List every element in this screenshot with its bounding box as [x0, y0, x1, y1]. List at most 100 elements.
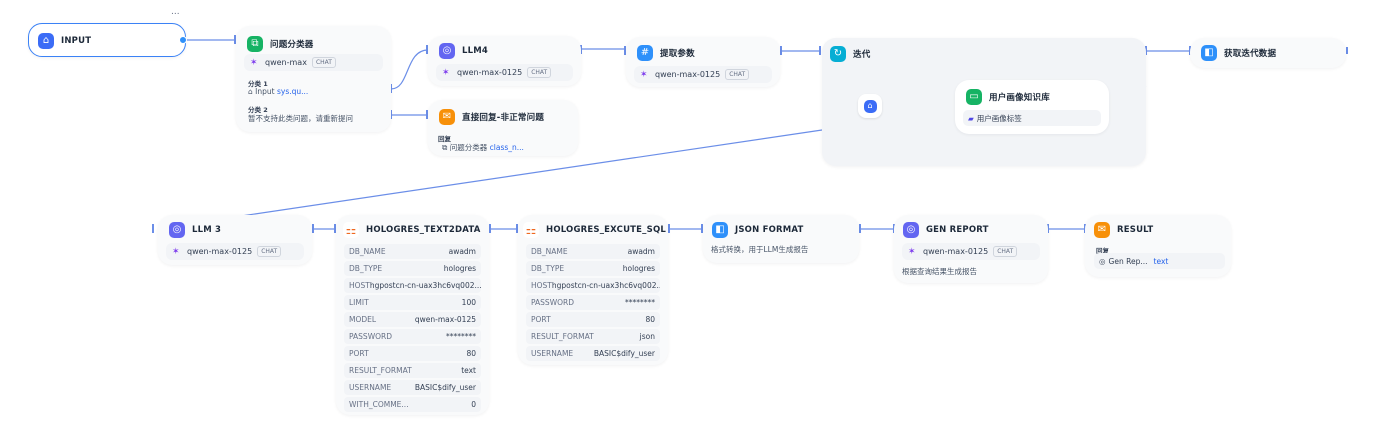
param-key: LIMIT	[349, 298, 369, 307]
model-selector[interactable]: ✶ qwen-max CHAT	[244, 54, 383, 71]
param-row: PASSWORD ********	[526, 295, 660, 310]
class-1-var: sys.qu...	[276, 87, 309, 96]
param-row: RESULT_FORMAT json	[526, 329, 660, 344]
param-value: 80	[466, 349, 476, 358]
param-key: WITH_COMME...	[349, 400, 409, 409]
param-value: awadm	[627, 247, 655, 256]
hash-icon: #	[637, 45, 653, 61]
param-row: DB_TYPE hologres	[526, 261, 660, 276]
param-row: RESULT_FORMAT text	[344, 363, 481, 378]
param-value: hologres	[443, 264, 476, 273]
param-key: PORT	[531, 315, 551, 324]
home-icon: ⌂	[38, 33, 54, 49]
param-key: PASSWORD	[349, 332, 393, 341]
knowledge-icon: ▭	[966, 89, 982, 105]
get-iteration-data-node[interactable]: ◧ 获取迭代数据	[1190, 38, 1346, 68]
model-selector[interactable]: ✶ qwen-max-0125 CHAT	[634, 66, 772, 83]
dataset-item[interactable]: ▰ 用户画像标签	[963, 110, 1101, 126]
model-name: qwen-max-0125	[187, 247, 253, 256]
param-key: DB_TYPE	[349, 264, 383, 273]
param-row: MODEL qwen-max-0125	[344, 312, 481, 327]
home-icon: ⌂	[863, 99, 877, 113]
chat-badge: CHAT	[257, 246, 282, 257]
llm4-node[interactable]: ◎ LLM4 ✶ qwen-max-0125 CHAT	[428, 36, 581, 86]
reply-source: Gen Rep...	[1108, 256, 1148, 266]
gen-report-node[interactable]: ◎ GEN REPORT ✶ qwen-max-0125 CHAT 根据查询结果…	[894, 215, 1048, 283]
result-node[interactable]: ✉ RESULT 回复 ◎ Gen Rep... text	[1085, 215, 1231, 277]
reply-source: 问题分类器	[449, 143, 488, 152]
param-value: text	[461, 366, 476, 375]
iteration-node[interactable]: ↻ 迭代 ⌂ ▭ 用户画像知识库 ▰ 用户画像标签	[822, 38, 1146, 166]
folder-icon: ▰	[968, 113, 974, 123]
node-title: GEN REPORT	[926, 225, 989, 235]
node-title: LLM 3	[192, 225, 222, 235]
param-value: ********	[625, 298, 655, 307]
qwen-icon: ✶	[250, 57, 258, 68]
param-row: DB_NAME awadm	[344, 244, 481, 259]
param-value: qwen-max-0125	[414, 315, 476, 324]
knowledge-retrieval-node[interactable]: ▭ 用户画像知识库 ▰ 用户画像标签	[955, 80, 1109, 134]
class-1-source: Input	[255, 87, 275, 96]
node-title: 问题分类器	[270, 40, 314, 50]
code-icon: ◧	[712, 222, 728, 238]
model-name: qwen-max-0125	[457, 68, 523, 77]
param-key: DB_TYPE	[531, 264, 565, 273]
hologres-icon: ⚏	[343, 222, 359, 238]
param-row: USERNAME BASIC$dify_user	[526, 346, 660, 361]
node-description: 根据查询结果生成报告	[902, 267, 977, 276]
param-row: DB_NAME awadm	[526, 244, 660, 259]
param-row: HOST hgpostcn-cn-uax3hc6vq002...	[526, 278, 660, 293]
param-key: RESULT_FORMAT	[349, 366, 412, 375]
reply-var: text	[1153, 256, 1169, 266]
more-menu-icon[interactable]: ...	[171, 7, 180, 17]
param-row: PORT 80	[526, 312, 660, 327]
node-description: 格式转换，用于LLM生成报告	[711, 245, 809, 254]
param-key: USERNAME	[531, 349, 574, 358]
node-title: HOLOGRES_EXCUTE_SQL	[546, 225, 666, 235]
param-row: DB_TYPE hologres	[344, 261, 481, 276]
input-node[interactable]: ⌂ INPUT	[28, 23, 187, 57]
class-1-value: ⌂ Input sys.qu...	[248, 87, 308, 96]
param-key: DB_NAME	[531, 247, 568, 256]
param-value: hgpostcn-cn-uax3hc6vq002...	[369, 281, 481, 290]
param-key: HOST	[349, 281, 370, 290]
iteration-start[interactable]: ⌂	[858, 94, 882, 118]
param-key: PASSWORD	[531, 298, 575, 307]
direct-reply-node[interactable]: ✉ 直接回复-非正常问题 回复 ⧉ 问题分类器 class_n...	[428, 100, 578, 156]
param-row: WITH_COMME... 0	[344, 397, 481, 412]
model-selector[interactable]: ✶ qwen-max-0125 CHAT	[166, 243, 304, 260]
json-format-node[interactable]: ◧ JSON FORMAT 格式转换，用于LLM生成报告	[703, 215, 859, 263]
param-key: USERNAME	[349, 383, 392, 392]
node-title: 提取参数	[660, 49, 695, 59]
llm-icon: ◎	[169, 222, 185, 238]
llm-icon: ◎	[1099, 256, 1106, 266]
hologres-text2data-node[interactable]: ⚏ HOLOGRES_TEXT2DATA DB_NAME awadm DB_TYPE…	[336, 215, 489, 415]
chat-badge: CHAT	[993, 246, 1018, 257]
param-key: RESULT_FORMAT	[531, 332, 594, 341]
add-node-handle[interactable]	[179, 36, 187, 44]
classifier-icon: ⧉	[247, 36, 263, 52]
class-2-text: 暂不支持此类问题，请重新提问	[248, 114, 353, 123]
model-name: qwen-max	[265, 58, 307, 67]
param-value: 100	[461, 298, 476, 307]
qwen-icon: ✶	[640, 69, 648, 80]
llm3-node[interactable]: ◎ LLM 3 ✶ qwen-max-0125 CHAT	[158, 215, 312, 265]
loop-icon: ↻	[830, 46, 846, 62]
model-selector[interactable]: ✶ qwen-max-0125 CHAT	[436, 64, 573, 81]
param-value: 0	[471, 400, 476, 409]
param-value: hgpostcn-cn-uax3hc6vq002...	[551, 281, 660, 290]
node-title: 用户画像知识库	[989, 93, 1050, 103]
param-row: PORT 80	[344, 346, 481, 361]
reply-value: ◎ Gen Rep... text	[1094, 253, 1225, 269]
node-title: LLM4	[462, 46, 489, 56]
node-title: 迭代	[853, 50, 871, 60]
hologres-excute-sql-node[interactable]: ⚏ HOLOGRES_EXCUTE_SQL DB_NAME awadm DB_TYP…	[518, 215, 668, 365]
param-key: MODEL	[349, 315, 377, 324]
param-key: HOST	[531, 281, 552, 290]
node-title: INPUT	[61, 36, 92, 46]
model-selector[interactable]: ✶ qwen-max-0125 CHAT	[902, 243, 1040, 260]
question-classifier-node[interactable]: ⧉ 问题分类器 ✶ qwen-max CHAT 分类 1 ⌂ Input sys…	[236, 26, 391, 132]
extract-params-node[interactable]: # 提取参数 ✶ qwen-max-0125 CHAT	[626, 37, 780, 87]
param-value: json	[639, 332, 655, 341]
node-title: HOLOGRES_TEXT2DATA	[366, 225, 481, 235]
